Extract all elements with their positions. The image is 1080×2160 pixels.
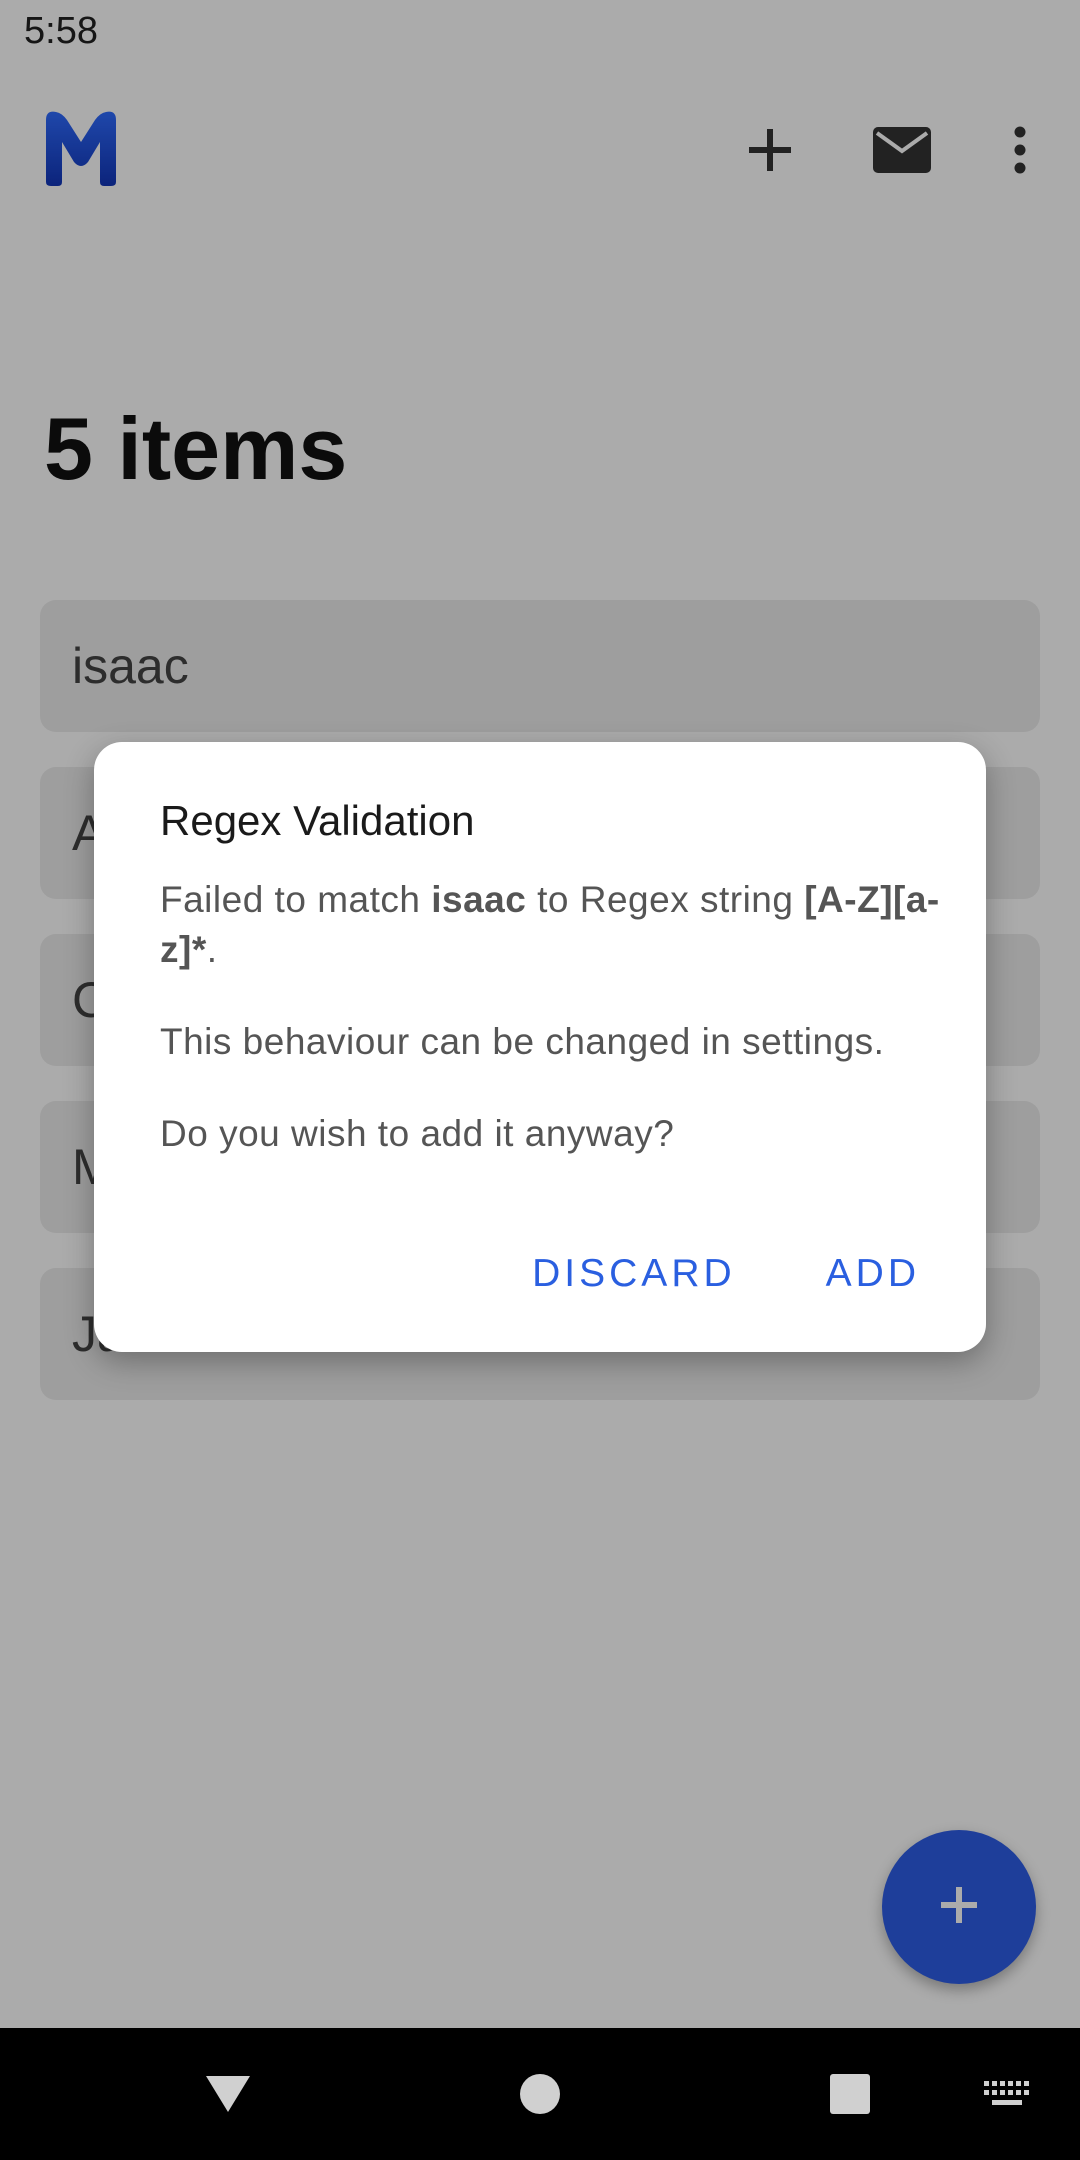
dialog-message-line1: Failed to match isaac to Regex string [A… <box>160 875 940 975</box>
dialog-message-line3: Do you wish to add it anyway? <box>160 1113 675 1154</box>
message-text: to Regex string <box>526 879 805 920</box>
keyboard-icon[interactable] <box>977 2064 1037 2124</box>
message-text: Failed to match <box>160 879 432 920</box>
back-icon[interactable] <box>198 2064 258 2124</box>
regex-validation-dialog: Regex Validation Failed to match isaac t… <box>94 742 986 1352</box>
dialog-title: Regex Validation <box>160 797 475 844</box>
screen: 5:58 5 items isaac A C M Regex Validatio… <box>0 0 1080 2160</box>
dialog-message-line2: This behaviour can be changed in setting… <box>160 1021 885 1062</box>
home-icon[interactable] <box>510 2064 570 2124</box>
dialog-actions: DISCARD ADD <box>532 1252 920 1296</box>
add-button[interactable]: ADD <box>826 1252 920 1296</box>
message-text: . <box>206 929 218 970</box>
discard-button[interactable]: DISCARD <box>532 1252 736 1296</box>
navigation-bar <box>0 2028 1080 2160</box>
recents-icon[interactable] <box>820 2064 880 2124</box>
dialog-message: Failed to match isaac to Regex string [A… <box>160 875 940 1159</box>
message-value: isaac <box>431 879 527 920</box>
